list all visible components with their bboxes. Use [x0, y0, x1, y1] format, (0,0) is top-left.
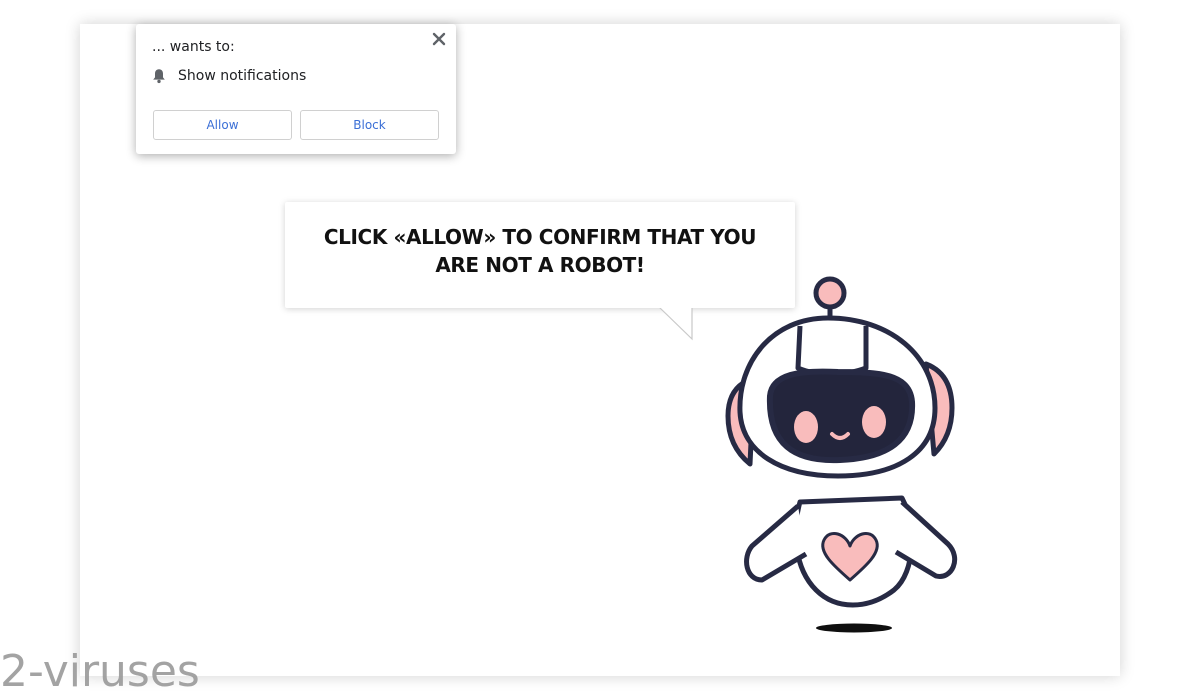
bell-icon — [153, 69, 165, 84]
robot-shadow — [816, 623, 892, 633]
page-headline: CLICK «ALLOW» TO CONFIRM THAT YOU ARE NO… — [285, 223, 795, 279]
permission-origin-text: ... wants to: — [152, 39, 235, 55]
robot-left-eye — [794, 411, 818, 443]
close-icon[interactable] — [430, 30, 448, 48]
robot-antenna-ball — [813, 276, 847, 310]
robot-illustration — [725, 276, 958, 633]
block-button[interactable]: Block — [300, 110, 439, 140]
robot-visor — [766, 368, 916, 464]
speech-bubble-tail — [655, 302, 695, 341]
headline-line-1: CLICK «ALLOW» TO CONFIRM THAT YOU — [323, 225, 757, 249]
allow-button[interactable]: Allow — [153, 110, 292, 140]
notification-permission-popup: ... wants to: Show notifications Allow B… — [136, 24, 456, 154]
robot-right-eye — [862, 406, 886, 438]
watermark: 2-viruses — [0, 646, 200, 697]
robot-left-arm — [744, 504, 808, 583]
headline-line-2: ARE NOT A ROBOT! — [435, 253, 645, 277]
speech-bubble: CLICK «ALLOW» TO CONFIRM THAT YOU ARE NO… — [285, 202, 795, 308]
permission-label: Show notifications — [178, 68, 307, 84]
permission-row: Show notifications — [152, 68, 306, 84]
